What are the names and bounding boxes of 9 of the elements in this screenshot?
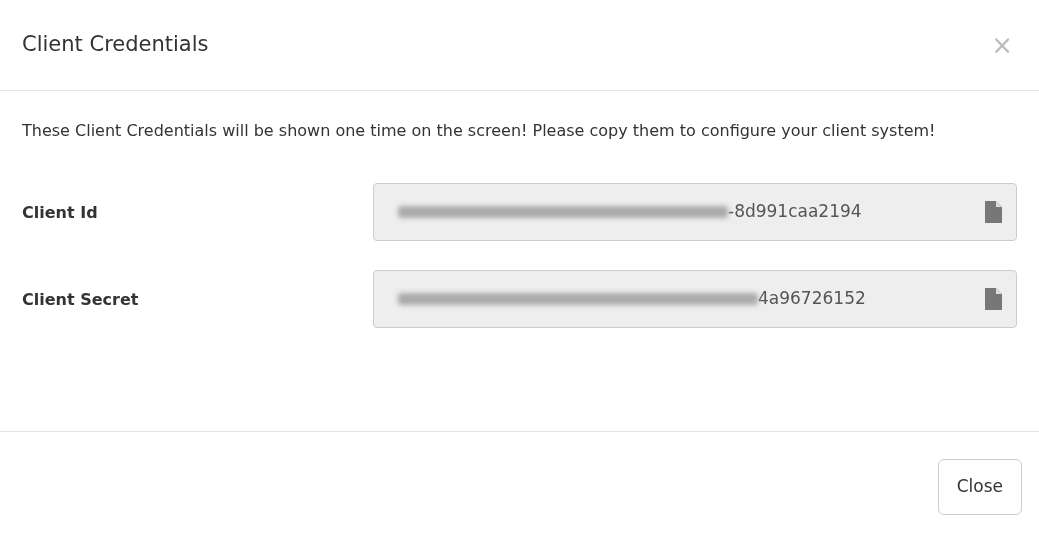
close-button[interactable]: Close: [937, 459, 1022, 515]
readonly-field[interactable]: -8d991caa2194: [373, 183, 1017, 241]
modal-title: Client Credentials: [22, 31, 209, 59]
readonly-field[interactable]: 4a96726152: [373, 270, 1017, 328]
field-label: Client Id: [22, 202, 99, 224]
document-icon[interactable]: [985, 288, 1002, 310]
document-icon[interactable]: [985, 201, 1002, 223]
field-label: Client Secret: [22, 289, 140, 311]
message-text: These Client Credentials will be shown one time on the screen! Please copy them to configure your client system!: [22, 120, 937, 142]
